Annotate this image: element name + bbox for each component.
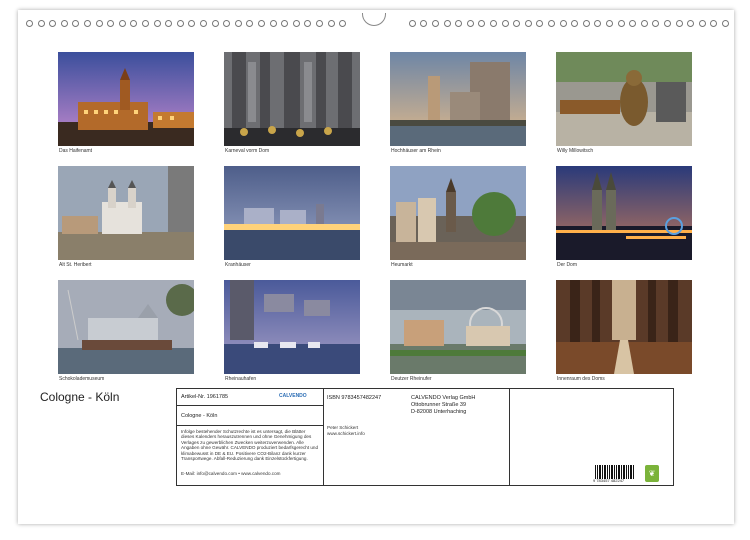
- binding-hole: [594, 20, 602, 27]
- calendar-title: Cologne - Köln: [40, 390, 120, 404]
- binding-hole: [571, 20, 579, 27]
- publisher-line-3: D-82008 Unterhaching: [411, 409, 467, 415]
- binding-hole: [211, 20, 219, 27]
- binding-hole: [443, 20, 451, 27]
- binding-hole: [513, 20, 521, 27]
- isbn: ISBN 9783457482247: [327, 395, 382, 401]
- binding-hole: [710, 20, 718, 27]
- binding-hole: [490, 20, 497, 27]
- binding-hole: [316, 20, 323, 27]
- binding-hole: [118, 20, 126, 27]
- photo-rheinauhafen: [224, 280, 360, 374]
- eco-leaf-icon: ❦: [645, 465, 659, 482]
- binding-hole: [629, 20, 637, 27]
- binding-hole: [698, 20, 706, 27]
- photo-alt-st-heribert: [58, 166, 194, 260]
- binding-hole: [339, 20, 347, 27]
- binding-hole: [652, 20, 660, 27]
- photo-caption: Kranhäuser: [225, 262, 251, 268]
- photo-hochhaeuser-rhein: [390, 52, 526, 146]
- legal-notice: Infolge bestehender Schutzrechte ist es …: [181, 429, 319, 462]
- contact-email: E-Mail: info@calvendo.com • www.calvendo…: [181, 471, 281, 476]
- binding-hole: [258, 20, 265, 27]
- binding-hole: [292, 20, 300, 27]
- photo-caption: Das Haifenamt: [59, 148, 93, 154]
- photo-willy-millowitsch: [556, 52, 692, 146]
- binding-hole: [130, 20, 138, 27]
- photo-caption: Hochhäuser am Rhein: [391, 148, 441, 154]
- photo-heumarkt: [390, 166, 526, 260]
- binding-hole: [548, 20, 555, 27]
- binding-hole: [246, 20, 254, 27]
- photo-caption: Der Dom: [557, 262, 578, 268]
- binding-hole: [420, 20, 428, 27]
- binding-hole: [524, 20, 532, 27]
- binding-hole: [722, 20, 729, 27]
- binding-hole: [153, 20, 161, 27]
- binding-hole: [281, 20, 289, 27]
- binding-hole: [408, 20, 416, 27]
- binding-hole: [176, 20, 184, 27]
- photo-caption: Schokolademuseum: [59, 376, 105, 382]
- photo-innenraum-dom: [556, 280, 692, 374]
- info-box: Artikel-Nr. 1961785 CALVENDO Cologne - K…: [176, 388, 674, 486]
- photo-der-dom: [556, 166, 692, 260]
- photo-caption: Rheinauhafen: [225, 376, 257, 382]
- photo-haifenamt: [58, 52, 194, 146]
- binding-hole: [466, 20, 474, 27]
- binding-hole: [142, 20, 149, 27]
- binding-hole: [501, 20, 509, 27]
- photo-caption: Heumarkt: [391, 262, 413, 268]
- photo-caption: Innenraum des Doms: [557, 376, 605, 382]
- binding-hole: [664, 20, 671, 27]
- author: Peter Schickert: [327, 425, 359, 430]
- binding-hole: [559, 20, 567, 27]
- binding-hole: [95, 20, 103, 27]
- binding-hole: [84, 20, 91, 27]
- binding-hole: [304, 20, 312, 27]
- photo-kranhaeuser: [224, 166, 360, 260]
- publisher-line-2: Ottobrunner Straße 39: [411, 402, 467, 408]
- barcode-number: 9 783457 482247: [593, 478, 625, 483]
- binding-hole: [617, 20, 625, 27]
- photo-deutzer-rheinufer: [390, 280, 526, 374]
- photo-caption: Deutzer Rheinufer: [391, 376, 432, 382]
- binding-hole: [640, 20, 648, 27]
- binding-hole: [455, 20, 463, 27]
- binding-hole: [107, 20, 115, 27]
- binding-hole: [582, 20, 590, 27]
- article-number: Artikel-Nr. 1961785: [181, 394, 229, 400]
- binding-hole: [234, 20, 242, 27]
- publisher-line-1: CALVENDO Verlag GmbH: [411, 395, 476, 401]
- barcode: [595, 465, 634, 479]
- binding-hole: [675, 20, 683, 27]
- binding-hole: [72, 20, 80, 27]
- calendar-name: Cologne - Köln: [181, 413, 218, 419]
- photo-karneval-dom: [224, 52, 360, 146]
- binding-hole: [200, 20, 207, 27]
- binding-hole: [223, 20, 231, 27]
- binding-hole: [26, 20, 33, 27]
- binding-hole: [269, 20, 277, 27]
- binding-hole: [478, 20, 486, 27]
- binding-hole: [188, 20, 196, 27]
- photo-caption: Willy Millowitsch: [557, 148, 594, 154]
- binding-hole: [606, 20, 613, 27]
- binding-hole: [327, 20, 335, 27]
- calvendo-logo: CALVENDO: [279, 393, 307, 399]
- photo-caption: Karneval vorm Dom: [225, 148, 270, 154]
- binding-hole: [536, 20, 544, 27]
- binding-hole: [432, 20, 439, 27]
- binding-hole: [687, 20, 695, 27]
- binding-hole: [165, 20, 173, 27]
- photo-caption: Alt St. Heribert: [59, 262, 92, 268]
- author-website: www.schickert.info: [327, 431, 365, 436]
- binding-hole: [37, 20, 45, 27]
- photo-schokolademuseum: [58, 280, 194, 374]
- binding-hole: [60, 20, 68, 27]
- binding-hole: [49, 20, 57, 27]
